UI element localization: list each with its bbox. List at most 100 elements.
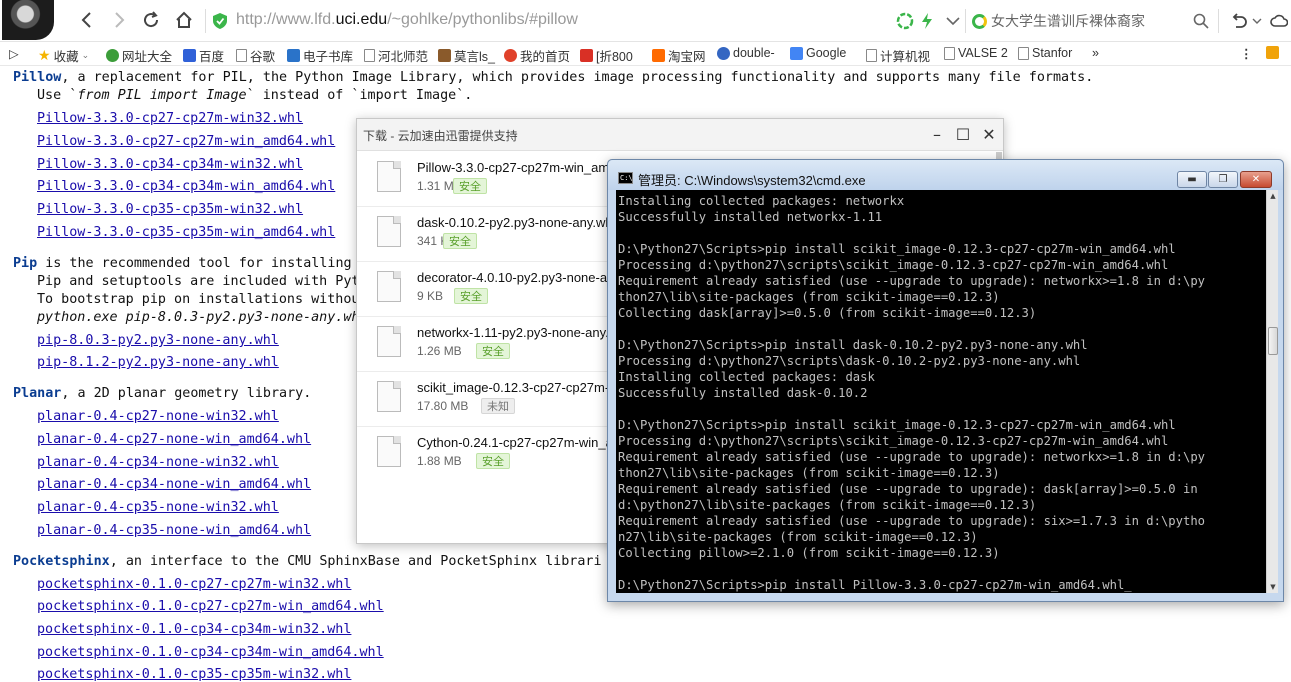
restore-icon[interactable]: ❐ bbox=[1208, 171, 1238, 188]
close-icon[interactable]: ✕ bbox=[979, 125, 999, 145]
maximize-icon[interactable]: ☐ bbox=[953, 125, 973, 145]
download-link[interactable]: planar-0.4-cp35-none-win32.whl bbox=[37, 500, 279, 515]
cmd-console[interactable]: Installing collected packages: networkx S… bbox=[616, 190, 1266, 593]
download-status-badge: 安全 bbox=[476, 453, 510, 469]
lightning-icon[interactable] bbox=[918, 12, 936, 30]
bookmark-item[interactable]: 我的首页 bbox=[504, 46, 570, 65]
download-link[interactable]: pocketsphinx-0.1.0-cp34-cp34m-win_amd64.… bbox=[37, 645, 384, 660]
download-link[interactable]: planar-0.4-cp34-none-win_amd64.whl bbox=[37, 477, 311, 492]
cmd-line: Processing d:\python27\scripts\dask-0.10… bbox=[618, 354, 1081, 368]
bookmark-item[interactable]: Google bbox=[790, 46, 846, 60]
download-link[interactable]: pip-8.1.2-py2.py3-none-any.whl bbox=[37, 355, 279, 370]
address-bar[interactable]: http://www.lfd.uci.edu/~gohlke/pythonlib… bbox=[236, 11, 578, 29]
cmd-scroll-thumb[interactable] bbox=[1268, 327, 1278, 355]
bookmark-item[interactable]: 淘宝网 bbox=[652, 46, 706, 65]
url-host: uci.edu bbox=[335, 11, 388, 28]
bookmark-item[interactable]: 谷歌 bbox=[236, 46, 275, 65]
pocketsphinx-anchor[interactable]: Pocketsphinx bbox=[13, 554, 110, 569]
cmd-line: Collecting pillow>=2.1.0 (from scikit-im… bbox=[618, 546, 1000, 560]
search-input[interactable]: 女大学生谱训斥裸体裔家 bbox=[972, 11, 1145, 31]
browser-toolbar: http://www.lfd.uci.edu/~gohlke/pythonlib… bbox=[0, 0, 1291, 42]
download-file-name: decorator-4.0.10-py2.py3-none-any.whl bbox=[417, 270, 607, 285]
bookmark-item[interactable]: [折800 bbox=[580, 46, 633, 65]
chevron-down-icon[interactable] bbox=[944, 12, 962, 30]
scroll-up-icon[interactable]: ▲ bbox=[1269, 192, 1277, 200]
file-icon bbox=[377, 271, 401, 302]
cmd-title: 管理员: C:\Windows\system32\cmd.exe bbox=[638, 173, 866, 188]
download-link[interactable]: Pillow-3.3.0-cp34-cp34m-win32.whl bbox=[37, 157, 303, 172]
cmd-line bbox=[618, 321, 1205, 337]
bookmark-item[interactable]: ★ 收藏 ⌄ bbox=[38, 46, 89, 65]
bookmark-item[interactable]: Stanfor bbox=[1018, 46, 1072, 60]
download-link[interactable]: pocketsphinx-0.1.0-cp34-cp34m-win32.whl bbox=[37, 622, 351, 637]
cmd-line: D:\Python27\Scripts>pip install dask-0.1… bbox=[618, 338, 1088, 352]
pip-anchor[interactable]: Pip bbox=[13, 256, 37, 271]
pocketsphinx-heading: Pocketsphinx, an interface to the CMU Sp… bbox=[13, 554, 602, 569]
bookmark-item[interactable]: double- bbox=[717, 46, 775, 60]
minimize-icon[interactable]: ▬ bbox=[1177, 171, 1207, 188]
bookmark-item[interactable]: 网址大全 bbox=[106, 46, 172, 65]
taobao-icon bbox=[652, 49, 665, 62]
cmd-line bbox=[618, 401, 1205, 417]
download-link[interactable]: pip-8.0.3-py2.py3-none-any.whl bbox=[37, 333, 279, 348]
forward-icon[interactable] bbox=[108, 9, 130, 31]
weibo-icon bbox=[504, 49, 517, 62]
bookmark-item[interactable]: 莫言ls_ bbox=[438, 46, 495, 65]
google-icon bbox=[790, 46, 803, 60]
close-icon[interactable]: ✕ bbox=[1240, 171, 1272, 188]
download-file-name: scikit_image-0.12.3-cp27-cp27m-win_amd64… bbox=[417, 380, 607, 395]
cmd-line: Successfully installed dask-0.10.2 bbox=[618, 386, 868, 400]
download-link[interactable]: planar-0.4-cp34-none-win32.whl bbox=[37, 455, 279, 470]
pillow-anchor[interactable]: Pillow bbox=[13, 70, 61, 85]
download-link[interactable]: planar-0.4-cp35-none-win_amd64.whl bbox=[37, 523, 311, 538]
bookmark-item[interactable]: 河北师范 bbox=[364, 46, 428, 65]
cmd-titlebar[interactable]: C:\ 管理员: C:\Windows\system32\cmd.exe ▬ ❐… bbox=[608, 160, 1283, 190]
pillow-usage: Use `from PIL import Image` instead of `… bbox=[37, 88, 473, 103]
cmd-line: Installing collected packages: dask bbox=[618, 370, 875, 384]
cmd-line: Installing collected packages: networkx bbox=[618, 194, 905, 208]
accelerate-icon[interactable] bbox=[896, 12, 914, 30]
baidu-icon bbox=[183, 49, 196, 62]
doc-icon bbox=[1018, 46, 1029, 60]
download-link[interactable]: Pillow-3.3.0-cp35-cp35m-win32.whl bbox=[37, 202, 303, 217]
pillow-heading: Pillow, a replacement for PIL, the Pytho… bbox=[13, 70, 1094, 85]
scroll-down-icon[interactable]: ▼ bbox=[1269, 583, 1277, 591]
download-status-badge: 安全 bbox=[443, 233, 477, 249]
d-icon bbox=[717, 46, 730, 60]
undo-icon[interactable] bbox=[1230, 12, 1248, 30]
download-dialog-titlebar[interactable]: 下载 - 云加速由迅雷提供支持 – ☐ ✕ bbox=[357, 119, 1003, 151]
download-link[interactable]: planar-0.4-cp27-none-win_amd64.whl bbox=[37, 432, 311, 447]
cmd-line: Requirement already satisfied (use --upg… bbox=[618, 482, 1198, 496]
back-icon[interactable] bbox=[76, 9, 98, 31]
undo-dropdown-icon[interactable] bbox=[1252, 12, 1262, 30]
download-link[interactable]: Pillow-3.3.0-cp27-cp27m-win_amd64.whl bbox=[37, 134, 335, 149]
bookmark-item[interactable]: 计算机视 bbox=[866, 46, 930, 65]
bookmarks-menu-icon[interactable]: ▷ bbox=[9, 46, 19, 61]
download-link[interactable]: Pillow-3.3.0-cp34-cp34m-win_amd64.whl bbox=[37, 179, 335, 194]
download-link[interactable]: pocketsphinx-0.1.0-cp27-cp27m-win_amd64.… bbox=[37, 599, 384, 614]
extensions-icon[interactable] bbox=[1266, 46, 1279, 59]
cmd-scrollbar[interactable]: ▲ ▼ bbox=[1266, 190, 1278, 593]
download-link[interactable]: pocketsphinx-0.1.0-cp35-cp35m-win32.whl bbox=[37, 667, 351, 682]
download-link[interactable]: Pillow-3.3.0-cp35-cp35m-win_amd64.whl bbox=[37, 225, 335, 240]
download-file-name: Cython-0.24.1-cp27-cp27m-win_amd64.whl bbox=[417, 435, 607, 450]
cmd-line: thon27\lib\site-packages (from scikit-im… bbox=[618, 290, 1000, 304]
home-icon[interactable] bbox=[173, 9, 195, 31]
bookmark-item[interactable]: VALSE 2 bbox=[944, 46, 1008, 60]
planar-anchor[interactable]: Planar bbox=[13, 386, 61, 401]
bookmark-item[interactable]: 百度 bbox=[183, 46, 224, 65]
user-avatar[interactable] bbox=[2, 0, 54, 40]
cloud-icon[interactable] bbox=[1270, 12, 1288, 30]
search-icon[interactable] bbox=[1192, 12, 1210, 30]
bookmark-item[interactable]: 电子书库 bbox=[287, 46, 353, 65]
more-menu-icon[interactable]: ⋮ bbox=[1240, 46, 1253, 61]
download-link[interactable]: planar-0.4-cp27-none-win32.whl bbox=[37, 409, 279, 424]
download-link[interactable]: pocketsphinx-0.1.0-cp27-cp27m-win32.whl bbox=[37, 577, 351, 592]
minimize-icon[interactable]: – bbox=[927, 125, 947, 145]
cmd-line: D:\Python27\Scripts>pip install Pillow-3… bbox=[618, 578, 1132, 592]
bookmarks-overflow[interactable]: » bbox=[1092, 46, 1099, 60]
refresh-icon[interactable] bbox=[140, 9, 162, 31]
download-link[interactable]: Pillow-3.3.0-cp27-cp27m-win32.whl bbox=[37, 111, 303, 126]
secure-shield-icon[interactable] bbox=[212, 12, 228, 30]
cmd-line: n27\lib\site-packages (from scikit-image… bbox=[618, 530, 978, 544]
